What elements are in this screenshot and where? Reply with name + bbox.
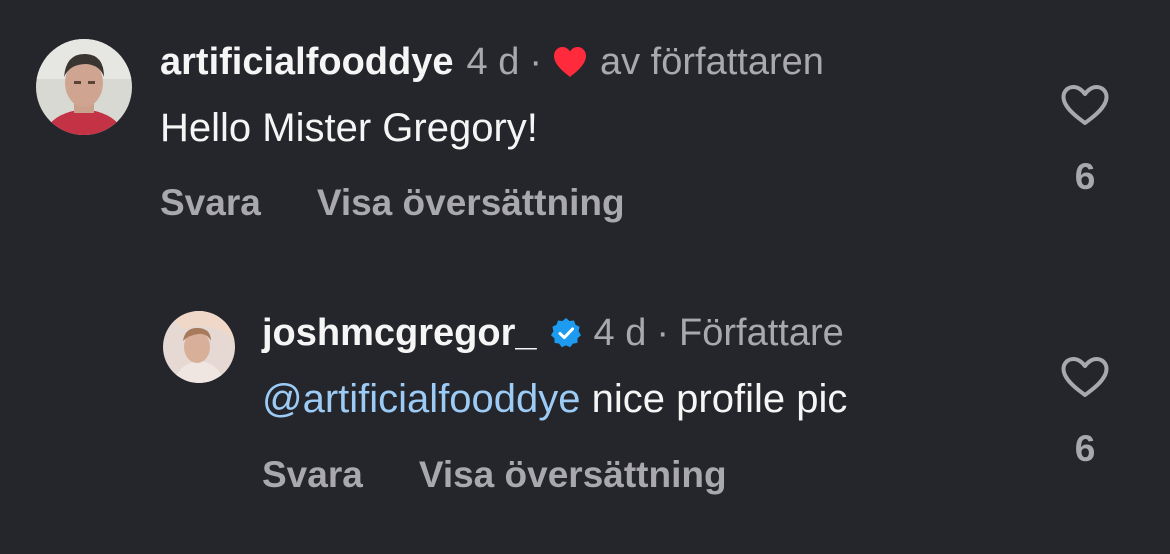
comment-username[interactable]: joshmcgregor_ [262,314,537,352]
author-badge: Författare [679,312,844,354]
like-control: 6 [1050,356,1120,470]
reply-button[interactable]: Svara [160,182,261,224]
heart-outline-icon[interactable] [1060,356,1110,398]
comment-meta: joshmcgregor_ 4 d · Författare [262,314,844,352]
meta-separator: · [529,41,542,83]
like-count: 6 [1074,428,1096,469]
comment-body: nice profile pic [580,377,848,421]
comment-time: 4 d [466,41,520,83]
like-control: 6 [1050,84,1120,198]
meta-separator: · [656,312,670,354]
avatar-image [36,39,132,135]
reply-button[interactable]: Svara [262,454,363,496]
translate-button[interactable]: Visa översättning [317,182,625,224]
verified-badge-icon [550,317,582,349]
comment-actions: Svara Visa översättning [262,454,727,496]
liked-by-author-label: av författaren [599,41,824,83]
heart-outline-icon[interactable] [1060,84,1110,126]
comment-text: @artificialfooddye nice profile pic [262,379,847,419]
avatar[interactable] [163,311,235,383]
comment-time: 4 d [593,312,647,354]
avatar[interactable] [36,39,132,135]
comment-body: Hello Mister Gregory! [160,106,538,150]
translate-button[interactable]: Visa översättning [419,454,727,496]
avatar-image [163,311,235,383]
comment-username[interactable]: artificialfooddye [160,43,454,81]
mention-link[interactable]: @artificialfooddye [262,377,581,421]
comment-text: Hello Mister Gregory! [160,108,538,148]
like-count: 6 [1074,156,1096,197]
comment-actions: Svara Visa översättning [160,182,625,224]
heart-filled-icon [552,46,588,78]
comment-meta: artificialfooddye 4 d · av författaren [160,43,824,81]
